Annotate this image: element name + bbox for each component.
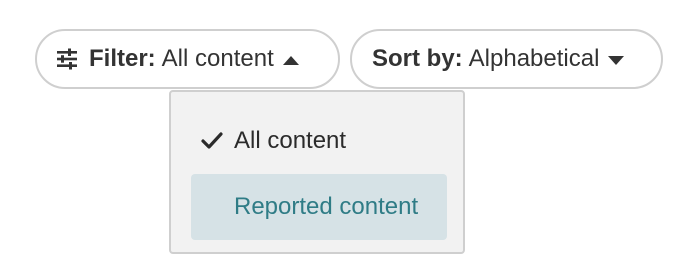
- filter-sort-toolbar: Filter: All content Sort by: Alphabetica…: [0, 0, 700, 276]
- filter-dropdown-menu: All content Reported content: [169, 90, 465, 254]
- sliders-icon: [55, 47, 79, 71]
- filter-label: Filter:: [89, 45, 156, 72]
- caret-up-icon: [282, 45, 300, 73]
- menu-item-reported-content[interactable]: Reported content: [191, 174, 447, 240]
- sort-value: Alphabetical: [468, 45, 600, 72]
- sort-label: Sort by:: [372, 45, 463, 72]
- filter-value: All content: [161, 45, 274, 72]
- menu-item-all-content[interactable]: All content: [191, 108, 447, 174]
- filter-button[interactable]: Filter: All content: [35, 29, 340, 89]
- check-icon: [201, 130, 223, 152]
- menu-item-label: All content: [234, 127, 347, 154]
- caret-down-icon: [607, 45, 625, 73]
- sort-button[interactable]: Sort by: Alphabetical: [350, 29, 663, 89]
- menu-item-label: Reported content: [234, 193, 419, 220]
